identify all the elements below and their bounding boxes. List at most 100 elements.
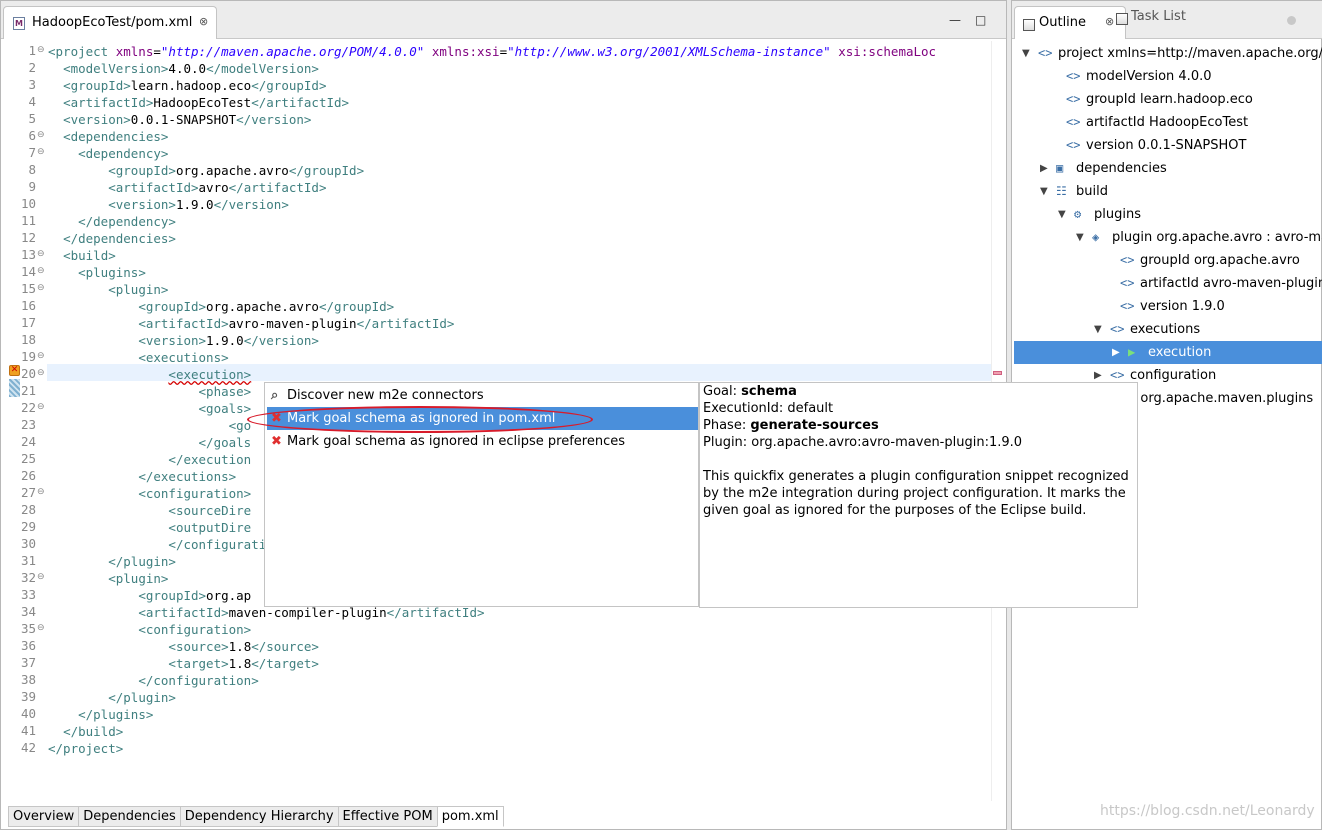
code-line-13: <build> (63, 248, 116, 263)
line-number: 6 (28, 128, 36, 143)
code-line-8: <groupId>org.apache.avro</groupId> (108, 163, 365, 178)
outline-node[interactable]: <> groupId org.apache.avro (1014, 249, 1322, 272)
tab-dependencies[interactable]: Dependencies (78, 806, 181, 827)
code-line-20: <execution> (168, 367, 252, 382)
expanded-arrow-icon[interactable]: ▼ (1058, 203, 1066, 226)
outline-node[interactable]: <> version 1.9.0 (1014, 295, 1322, 318)
xml-element-icon: ▶ (1128, 345, 1136, 359)
outline-node-label: project xmlns=http://maven.apache.org/P (1058, 46, 1322, 61)
line-number: 2 (28, 60, 36, 75)
code-line-29: <outputDire (168, 520, 252, 535)
fold-toggle-icon[interactable]: ⊖ (37, 280, 45, 297)
info-phase: Phase: generate-sources (703, 418, 879, 433)
search-icon: ⌕ (271, 388, 279, 403)
error-icon: ✖ (271, 434, 282, 449)
editor-tab-pom[interactable]: M HadoopEcoTest/pom.xml ⊗ (3, 6, 217, 39)
line-number: 25 (20, 451, 36, 466)
fold-toggle-icon[interactable]: ⊖ (37, 246, 45, 263)
fold-toggle-icon[interactable]: ⊖ (37, 484, 45, 501)
quickfix-ignore-in-preferences[interactable]: ✖ Mark goal schema as ignored in eclipse… (267, 430, 698, 453)
outline-node-label: artifactId avro-maven-plugin (1140, 276, 1322, 291)
tab-dependency-hierarchy[interactable]: Dependency Hierarchy (179, 806, 339, 827)
tab-overview[interactable]: Overview (8, 806, 80, 827)
fold-toggle-icon[interactable]: ⊖ (37, 569, 45, 586)
outline-node[interactable]: <> artifactId avro-maven-plugin (1014, 272, 1322, 295)
outline-node[interactable]: ▼ ◈ plugin org.apache.avro : avro-ma (1014, 226, 1322, 249)
fold-toggle-icon[interactable]: ⊖ (37, 144, 45, 161)
outline-node[interactable]: <> version 0.0.1-SNAPSHOT (1014, 134, 1322, 157)
xml-element-icon: <> (1066, 115, 1081, 129)
expanded-arrow-icon[interactable]: ▼ (1094, 318, 1102, 341)
xml-element-icon: <> (1120, 276, 1135, 290)
info-description-2: by the m2e integration during project co… (703, 486, 1126, 501)
tab-effective-pom[interactable]: Effective POM (337, 806, 438, 827)
tab-task-list[interactable]: Task List (1131, 9, 1186, 24)
xml-element-icon: <> (1066, 92, 1081, 106)
pom-editor-tabs: Overview Dependencies Dependency Hierarc… (8, 806, 504, 828)
fold-toggle-icon[interactable]: ⊖ (37, 365, 45, 382)
outline-node[interactable]: ▼ <> project xmlns=http://maven.apache.org… (1014, 42, 1322, 65)
outline-node[interactable]: ▼ ⚙ plugins (1014, 203, 1322, 226)
ruler-error-mark[interactable] (993, 371, 1002, 375)
view-menu-icon[interactable] (1287, 16, 1296, 25)
close-icon[interactable]: ⊗ (1105, 15, 1114, 28)
annotation-red-ellipse (247, 406, 593, 433)
line-number: 18 (20, 332, 36, 347)
code-line-3: <groupId>learn.hadoop.eco</groupId> (63, 78, 327, 93)
code-line-17: <artifactId>avro-maven-plugin</artifactI… (138, 316, 455, 331)
code-line-31: </plugin> (108, 554, 176, 569)
line-number: 12 (20, 230, 36, 245)
expanded-arrow-icon[interactable]: ▼ (1022, 42, 1030, 65)
xml-element-icon: <> (1110, 322, 1125, 336)
outline-node-label: plugins (1094, 207, 1141, 222)
code-line-9: <artifactId>avro</artifactId> (108, 180, 327, 195)
line-number: 8 (28, 162, 36, 177)
code-line-28: <sourceDire (168, 503, 252, 518)
line-number: 34 (20, 604, 36, 619)
fold-toggle-icon[interactable]: ⊖ (37, 42, 45, 59)
line-number: 30 (20, 536, 36, 551)
code-line-24: </goals (198, 435, 252, 450)
fold-toggle-icon[interactable]: ⊖ (37, 620, 45, 637)
xml-element-icon: ☷ (1056, 184, 1067, 198)
maximize-icon[interactable]: □ (975, 13, 986, 27)
fold-toggle-icon[interactable]: ⊖ (37, 127, 45, 144)
outline-node[interactable]: ▼ ☷ build (1014, 180, 1322, 203)
xml-element-icon: ⚙ (1074, 207, 1082, 221)
info-execution-id: ExecutionId: default (703, 401, 834, 416)
outline-node[interactable]: <> groupId learn.hadoop.eco (1014, 88, 1322, 111)
fold-toggle-icon[interactable]: ⊖ (37, 263, 45, 280)
outline-node[interactable]: ▶ ▶ execution (1014, 341, 1322, 364)
outline-node[interactable]: ▼ <> executions (1014, 318, 1322, 341)
maven-file-icon: M (13, 17, 25, 30)
outline-node-label: artifactId HadoopEcoTest (1086, 115, 1249, 130)
outline-node-label: groupId org.apache.avro (1140, 253, 1300, 268)
code-line-36: <source>1.8</source> (168, 639, 319, 654)
outline-node[interactable]: <> modelVersion 4.0.0 (1014, 65, 1322, 88)
line-number: 7 (28, 145, 36, 160)
line-number: 4 (28, 94, 36, 109)
outline-node-label: build (1076, 184, 1108, 199)
xml-element-icon: <> (1120, 253, 1135, 267)
collapsed-arrow-icon[interactable]: ▶ (1040, 157, 1048, 180)
fold-toggle-icon[interactable]: ⊖ (37, 348, 45, 365)
outline-node[interactable]: <> artifactId HadoopEcoTest (1014, 111, 1322, 134)
fold-toggle-icon[interactable]: ⊖ (37, 399, 45, 416)
line-number: 37 (20, 655, 36, 670)
minimize-icon[interactable]: — (949, 13, 961, 27)
code-line-25: </execution (168, 452, 252, 467)
outline-node[interactable]: ▶ ▣ dependencies (1014, 157, 1322, 180)
expanded-arrow-icon[interactable]: ▼ (1040, 180, 1048, 203)
line-number: 28 (20, 502, 36, 517)
tab-pom-xml[interactable]: pom.xml (436, 806, 504, 827)
line-number: 21 (20, 383, 36, 398)
quickfix-discover-connectors[interactable]: ⌕ Discover new m2e connectors (267, 384, 698, 407)
close-icon[interactable]: ⊗ (199, 15, 208, 28)
line-number: 13 (20, 247, 36, 262)
line-number: 36 (20, 638, 36, 653)
outline-tab-bar: Outline ⊗ Task List (1012, 1, 1322, 39)
collapsed-arrow-icon[interactable]: ▶ (1112, 341, 1120, 364)
expanded-arrow-icon[interactable]: ▼ (1076, 226, 1084, 249)
code-line-37: <target>1.8</target> (168, 656, 319, 671)
tab-outline[interactable]: Outline ⊗ (1014, 6, 1126, 39)
